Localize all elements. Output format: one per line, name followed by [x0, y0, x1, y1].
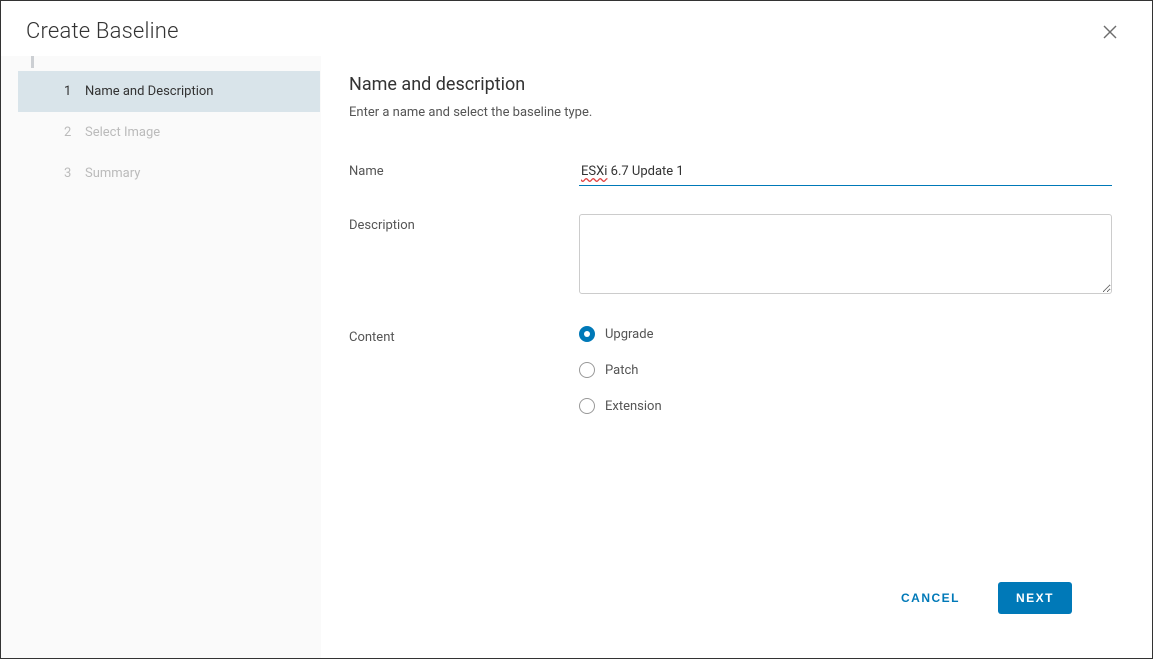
- step-label: Name and Description: [85, 84, 213, 99]
- dialog-footer: CANCEL NEXT: [349, 570, 1112, 638]
- radio-icon: [579, 326, 595, 342]
- description-input[interactable]: [579, 214, 1112, 294]
- wizard-step-name-description[interactable]: 1 Name and Description: [18, 71, 320, 112]
- content-area: Name and description Enter a name and se…: [321, 56, 1152, 658]
- step-number: 1: [64, 84, 79, 99]
- step-number: 3: [64, 166, 79, 181]
- form-row-content: Content Upgrade Patch Extens: [349, 326, 1112, 414]
- wizard-step-summary[interactable]: 3 Summary: [18, 153, 320, 194]
- dialog-header: Create Baseline: [1, 1, 1152, 56]
- radio-label: Extension: [605, 399, 662, 414]
- section-subtitle: Enter a name and select the baseline typ…: [349, 105, 1112, 120]
- step-label: Summary: [85, 166, 140, 181]
- name-input[interactable]: ESXi 6.7 Update 1: [579, 160, 1112, 186]
- description-label: Description: [349, 214, 579, 233]
- radio-label: Upgrade: [605, 327, 653, 342]
- create-baseline-dialog: Create Baseline 1 Name and Description 2…: [0, 0, 1153, 659]
- step-number: 2: [64, 125, 79, 140]
- cancel-button[interactable]: CANCEL: [883, 582, 978, 614]
- radio-upgrade[interactable]: Upgrade: [579, 326, 1112, 342]
- form-row-name: Name ESXi 6.7 Update 1: [349, 160, 1112, 186]
- radio-extension[interactable]: Extension: [579, 398, 1112, 414]
- name-label: Name: [349, 160, 579, 179]
- wizard-step-select-image[interactable]: 2 Select Image: [18, 112, 320, 153]
- dialog-body: 1 Name and Description 2 Select Image 3 …: [1, 56, 1152, 658]
- form-row-description: Description: [349, 214, 1112, 298]
- dialog-title: Create Baseline: [26, 19, 179, 44]
- radio-icon: [579, 362, 595, 378]
- content-radio-group: Upgrade Patch Extension: [579, 326, 1112, 414]
- close-icon[interactable]: [1098, 20, 1122, 44]
- section-title: Name and description: [349, 74, 1112, 95]
- content-label: Content: [349, 326, 579, 345]
- next-button[interactable]: NEXT: [998, 582, 1072, 614]
- radio-patch[interactable]: Patch: [579, 362, 1112, 378]
- wizard-sidebar: 1 Name and Description 2 Select Image 3 …: [1, 56, 321, 658]
- radio-label: Patch: [605, 363, 638, 378]
- step-label: Select Image: [85, 125, 160, 140]
- radio-icon: [579, 398, 595, 414]
